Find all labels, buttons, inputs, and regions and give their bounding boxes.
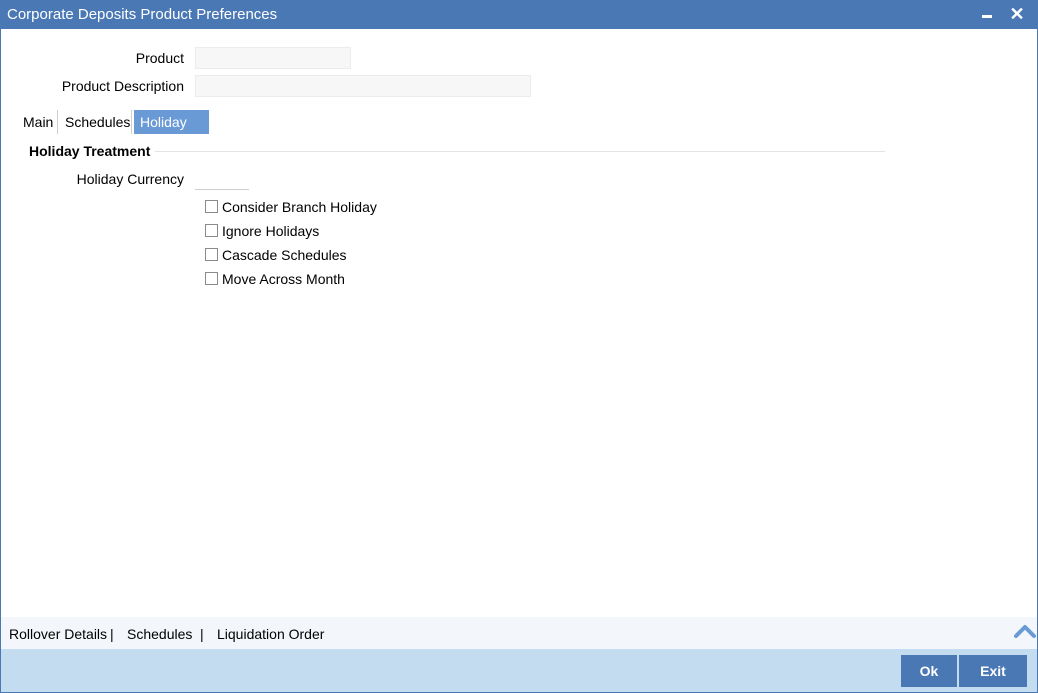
holiday-currency-label: Holiday Currency [76, 171, 184, 187]
checkbox-label: Consider Branch Holiday [222, 199, 377, 215]
product-description-label: Product Description [61, 78, 184, 94]
liquidation-order-link[interactable]: Liquidation Order [217, 626, 324, 642]
product-label: Product [135, 50, 184, 66]
minimize-icon[interactable] [976, 3, 998, 25]
link-separator: | [200, 626, 204, 642]
title-bar[interactable]: Corporate Deposits Product Preferences ✕ [1, 1, 1037, 29]
close-icon[interactable]: ✕ [1006, 3, 1028, 25]
footer-bar: Ok Exit [1, 649, 1037, 692]
checkbox-label: Cascade Schedules [222, 247, 347, 263]
link-separator: | [110, 626, 114, 642]
tab-holiday-treatment[interactable]: Holiday Treatment [134, 110, 210, 154]
section-title: Holiday Treatment [29, 143, 151, 159]
ignore-holidays-checkbox[interactable] [205, 224, 218, 237]
schedules-link[interactable]: Schedules [127, 626, 192, 642]
checkbox-label: Ignore Holidays [222, 223, 320, 239]
bottom-links-bar: Rollover Details | Schedules | Liquidati… [1, 617, 1037, 649]
cascade-schedules-checkbox[interactable] [205, 248, 218, 261]
tab-separator [131, 110, 132, 134]
ok-button[interactable]: Ok [901, 655, 957, 687]
chevron-up-icon[interactable] [1013, 619, 1037, 643]
consider-branch-holiday-checkbox[interactable] [205, 200, 218, 213]
tab-separator [57, 110, 58, 134]
checkbox-label: Move Across Month [222, 271, 345, 287]
product-preferences-window: Corporate Deposits Product Preferences ✕… [0, 0, 1038, 693]
tab-main[interactable]: Main [17, 110, 59, 134]
exit-button[interactable]: Exit [959, 655, 1027, 687]
move-across-month-checkbox[interactable] [205, 272, 218, 285]
tab-schedules[interactable]: Schedules [59, 110, 136, 134]
product-description-field[interactable] [195, 75, 531, 97]
product-field[interactable] [195, 47, 351, 69]
window-title: Corporate Deposits Product Preferences [7, 6, 278, 23]
holiday-currency-field[interactable] [195, 168, 249, 190]
rollover-details-link[interactable]: Rollover Details [9, 626, 107, 642]
section-divider [29, 151, 885, 152]
